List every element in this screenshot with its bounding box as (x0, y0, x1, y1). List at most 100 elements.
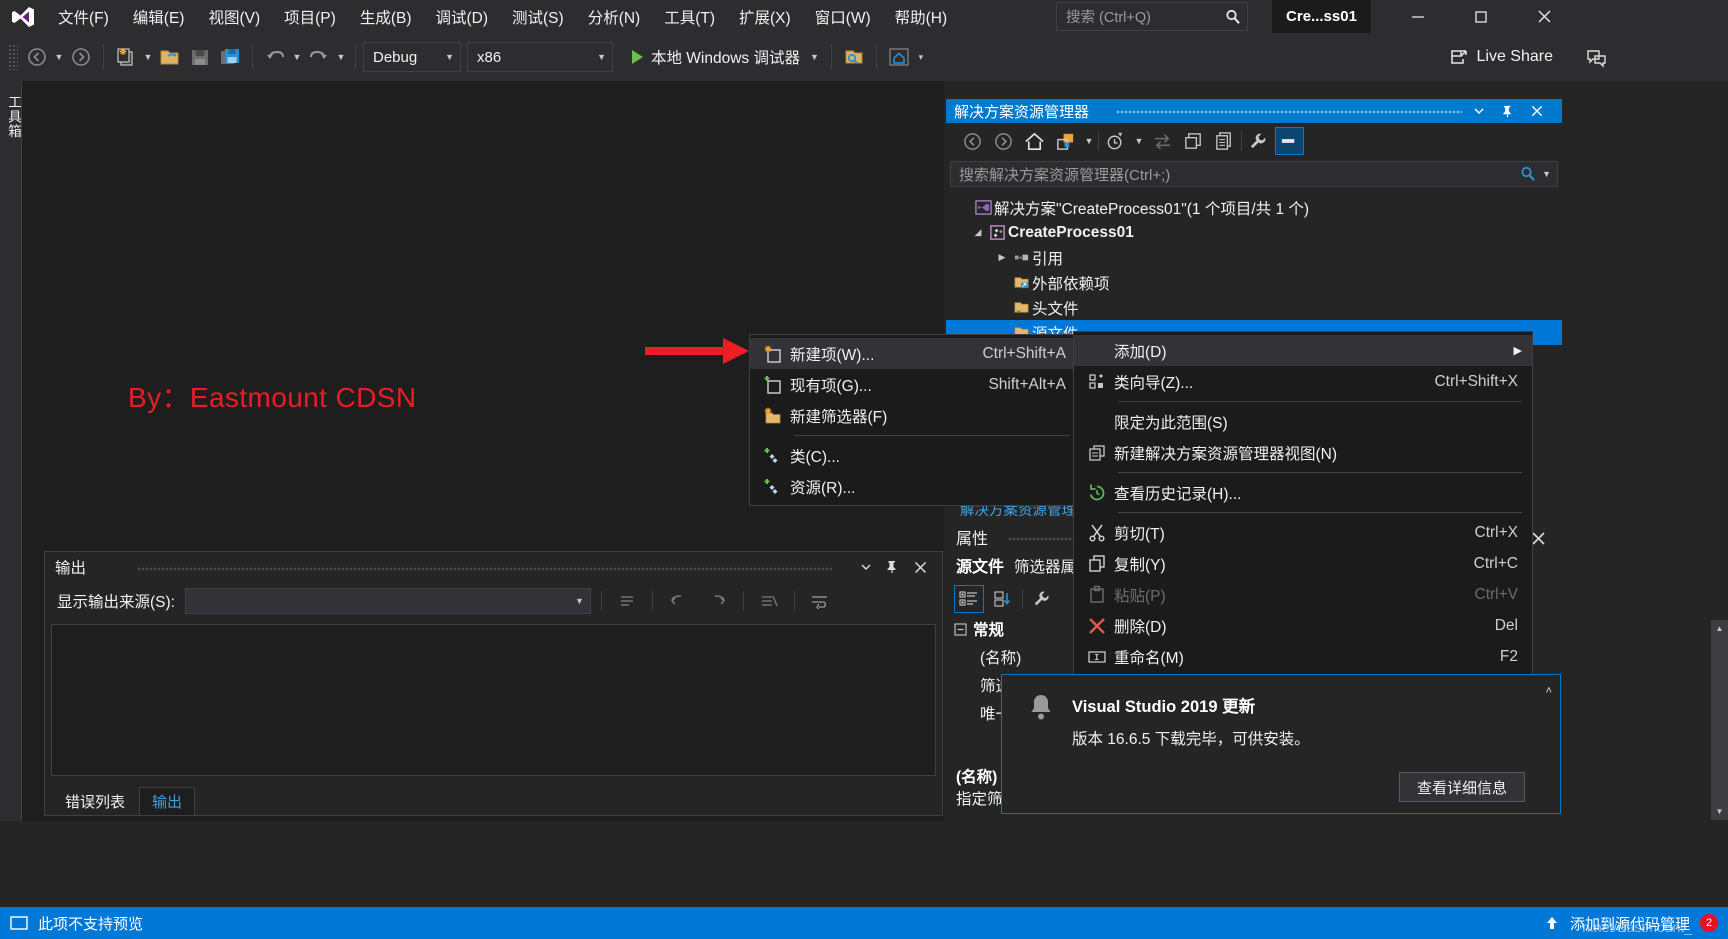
navigate-forward-icon[interactable] (66, 40, 96, 74)
solution-configuration-dropdown[interactable]: Debug ▼ (363, 42, 461, 72)
se-back-icon[interactable] (958, 127, 987, 155)
collapse-icon[interactable] (954, 622, 967, 636)
vertical-scrollbar[interactable]: ▲ ▼ (1711, 620, 1728, 820)
open-file-icon[interactable] (155, 40, 185, 74)
chevron-up-icon[interactable]: ˄ (1546, 685, 1552, 697)
se-preview-selected-items-icon[interactable] (1275, 127, 1304, 155)
notification-details-button[interactable]: 查看详细信息 (1399, 772, 1525, 802)
save-icon[interactable] (185, 40, 215, 74)
start-debug-button[interactable]: 本地 Windows 调试器 ▼ (627, 40, 824, 74)
menu-item-test[interactable]: 测试(S) (500, 1, 576, 33)
properties-property-pages-icon[interactable] (1027, 585, 1057, 613)
scroll-up-icon[interactable]: ▲ (1711, 620, 1728, 637)
tree-item-references[interactable]: ▶ 引用 (946, 245, 1562, 270)
output-find-message-icon[interactable] (612, 588, 642, 614)
menu-item-resource[interactable]: 资源(R)... (750, 471, 1080, 502)
undo-dropdown-icon[interactable]: ▼ (290, 40, 304, 74)
output-dropdown-icon[interactable] (854, 556, 878, 578)
output-text-area[interactable] (51, 624, 936, 776)
se-switch-views-icon[interactable] (1051, 127, 1080, 155)
menu-item-project[interactable]: 项目(P) (272, 1, 348, 33)
se-switch-views-dropdown-icon[interactable]: ▼ (1082, 124, 1096, 158)
redo-dropdown-icon[interactable]: ▼ (334, 40, 348, 74)
menu-item-build[interactable]: 生成(B) (348, 1, 424, 33)
tree-item-solution[interactable]: 解决方案"CreateProcess01"(1 个项目/共 1 个) (946, 195, 1562, 220)
toolbar-grip[interactable] (8, 44, 18, 70)
properties-categorized-icon[interactable] (954, 585, 984, 613)
new-item-icon (756, 344, 790, 364)
menu-item-analyze[interactable]: 分析(N) (576, 1, 653, 33)
menu-item-add[interactable]: 添加(D) ▶ (1074, 335, 1532, 366)
menu-item-delete[interactable]: 删除(D) Del (1074, 610, 1532, 641)
tab-output[interactable]: 输出 (139, 787, 196, 815)
menu-item-view[interactable]: 视图(V) (196, 1, 272, 33)
se-refresh-icon[interactable] (1179, 127, 1208, 155)
menu-item-view-history[interactable]: 查看历史记录(H)... (1074, 477, 1532, 508)
tab-error-list[interactable]: 错误列表 (53, 787, 137, 815)
new-project-icon[interactable] (111, 40, 141, 74)
send-feedback-icon[interactable] (1586, 47, 1608, 69)
output-go-next-icon[interactable] (703, 588, 733, 614)
tree-item-project[interactable]: ◢ CreateProcess01 (946, 220, 1562, 245)
se-pending-changes-icon[interactable] (1101, 127, 1130, 155)
search-folder-icon[interactable] (839, 40, 869, 74)
toolbox-strip[interactable]: 工具箱 (0, 81, 22, 821)
scroll-down-icon[interactable]: ▼ (1711, 803, 1728, 820)
se-home-icon[interactable] (1020, 127, 1049, 155)
menu-item-tools[interactable]: 工具(T) (652, 1, 727, 33)
menu-item-copy[interactable]: 复制(Y) Ctrl+C (1074, 548, 1532, 579)
redo-icon[interactable] (304, 40, 334, 74)
se-show-all-files-icon[interactable] (1210, 127, 1239, 155)
new-project-dropdown-icon[interactable]: ▼ (141, 40, 155, 74)
properties-alphabetical-icon[interactable] (988, 585, 1018, 613)
tree-item-header-files[interactable]: 头文件 (946, 295, 1562, 320)
menu-item-rename[interactable]: 重命名(M) F2 (1074, 641, 1532, 672)
undo-icon[interactable] (260, 40, 290, 74)
menu-item-label: 限定为此范围(S) (1114, 414, 1228, 432)
menu-item-cut[interactable]: 剪切(T) Ctrl+X (1074, 517, 1532, 548)
menu-item-new-filter[interactable]: 新建筛选器(F) (750, 400, 1080, 431)
close-button[interactable] (1521, 0, 1567, 33)
menu-item-window[interactable]: 窗口(W) (803, 1, 883, 33)
menu-item-help[interactable]: 帮助(H) (883, 1, 960, 33)
minimize-button[interactable] (1395, 0, 1441, 33)
menu-item-new-solution-explorer-view[interactable]: 新建解决方案资源管理器视图(N) (1074, 437, 1532, 468)
save-all-icon[interactable] (215, 40, 245, 74)
se-sync-with-active-document-icon[interactable] (1148, 127, 1177, 155)
menu-item-scope-to-this[interactable]: 限定为此范围(S) (1074, 406, 1532, 437)
menu-item-file[interactable]: 文件(F) (46, 1, 121, 33)
menu-item-existing-item[interactable]: 现有项(G)... Shift+Alt+A (750, 369, 1080, 400)
menu-item-debug[interactable]: 调试(D) (423, 1, 500, 33)
output-pin-icon[interactable] (880, 556, 904, 578)
status-bar: 此项不支持预览 添加到源代码管理 2 n.net/Eastmount_ (0, 907, 1728, 939)
solution-explorer-pin-icon[interactable] (1496, 100, 1518, 122)
menu-item-edit[interactable]: 编辑(E) (121, 1, 197, 33)
se-search-dropdown-icon[interactable]: ▼ (1542, 169, 1551, 179)
se-forward-icon[interactable] (989, 127, 1018, 155)
navigate-back-dropdown-icon[interactable]: ▼ (52, 40, 66, 74)
output-clear-all-icon[interactable] (754, 588, 784, 614)
menu-item-class-wizard[interactable]: 类向导(Z)... Ctrl+Shift+X (1074, 366, 1532, 397)
output-source-dropdown[interactable]: ▼ (184, 588, 591, 614)
live-share-button[interactable]: Live Share (1449, 40, 1553, 74)
solution-explorer-close-icon[interactable] (1526, 100, 1548, 122)
output-go-previous-icon[interactable] (663, 588, 693, 614)
menu-item-extensions[interactable]: 扩展(X) (727, 1, 803, 33)
menu-item-new-item[interactable]: 新建项(W)... Ctrl+Shift+A (750, 338, 1080, 369)
tree-expander-collapse-icon[interactable]: ◢ (970, 227, 986, 238)
se-pending-changes-dropdown-icon[interactable]: ▼ (1132, 124, 1146, 158)
output-toggle-word-wrap-icon[interactable] (805, 588, 835, 614)
solution-explorer-search-input[interactable]: 搜索解决方案资源管理器(Ctrl+;) ▼ (950, 161, 1558, 187)
home-icon[interactable] (884, 40, 914, 74)
tree-expander-expand-icon[interactable]: ▶ (994, 252, 1010, 263)
se-properties-icon[interactable] (1244, 127, 1273, 155)
quick-search-input[interactable]: 搜索 (Ctrl+Q) (1056, 2, 1248, 31)
maximize-button[interactable] (1458, 0, 1504, 33)
navigate-back-icon[interactable] (22, 40, 52, 74)
toolbar-overflow-icon[interactable]: ▾ (914, 40, 928, 74)
solution-explorer-dropdown-icon[interactable] (1468, 100, 1490, 122)
output-close-icon[interactable] (908, 556, 932, 578)
menu-item-class[interactable]: 类(C)... (750, 440, 1080, 471)
tree-item-external-deps[interactable]: 外部依赖项 (946, 270, 1562, 295)
solution-platform-dropdown[interactable]: x86 ▼ (467, 42, 613, 72)
